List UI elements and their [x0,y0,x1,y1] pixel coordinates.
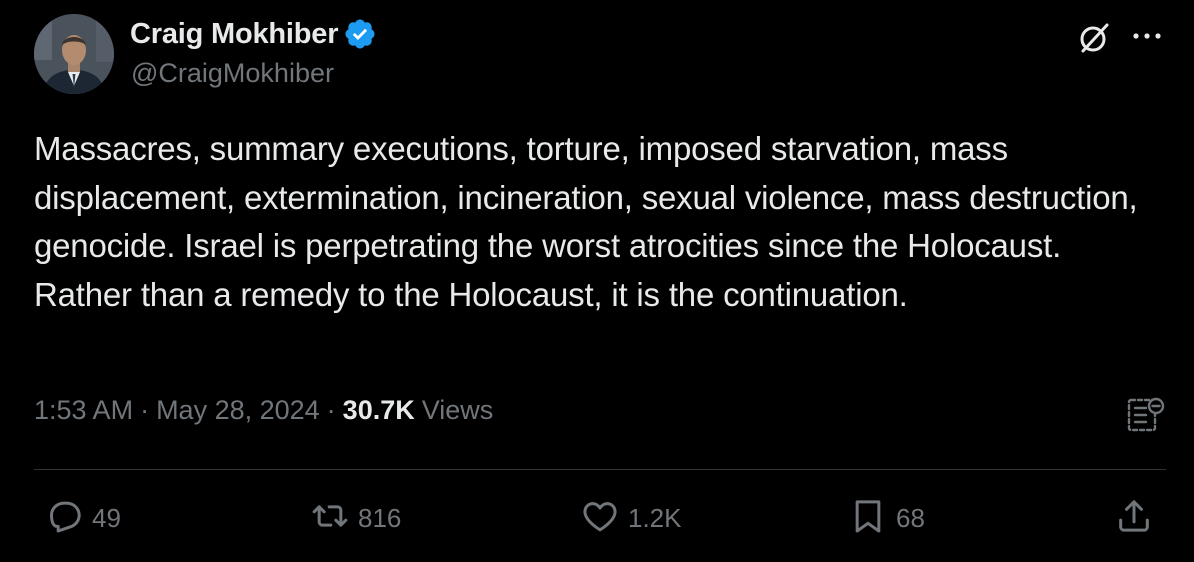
author-name[interactable]: Craig Mokhiber [130,18,338,51]
like-button[interactable]: 1.2K [580,498,682,538]
author-handle[interactable]: @CraigMokhiber [131,58,334,89]
avatar[interactable] [34,14,114,94]
reply-icon [44,496,84,541]
grok-icon[interactable] [1076,20,1112,56]
repost-icon [310,496,350,541]
meta-separator: · [326,395,336,425]
verified-badge-icon[interactable] [343,17,377,51]
tweet-text: Massacres, summary executions, torture, … [34,130,1138,313]
like-count: 1.2K [628,502,682,533]
bookmark-button[interactable]: 68 [848,498,925,538]
reply-count: 49 [92,502,121,533]
share-button[interactable] [1114,498,1154,538]
author-name-row[interactable]: Craig Mokhiber [130,17,377,51]
repost-button[interactable]: 816 [310,498,401,538]
tweet-card: Craig Mokhiber @CraigMokhiber Massacres,… [0,0,1194,562]
share-icon [1114,496,1154,541]
analytics-icon[interactable] [1126,395,1166,435]
reply-button[interactable]: 49 [44,498,121,538]
meta-separator: · [140,395,150,425]
tweet-time[interactable]: 1:53 AM [34,395,133,426]
views-label: Views [421,395,494,425]
tweet-meta: 1:53 AM · May 28, 2024 · 30.7K Views [34,395,493,426]
like-icon [580,496,620,541]
repost-count: 816 [358,502,402,533]
bookmark-icon [848,496,888,541]
views-count: 30.7K [342,395,415,425]
bookmark-count: 68 [896,502,925,533]
divider [34,469,1166,470]
tweet-date[interactable]: May 28, 2024 [156,395,320,426]
more-icon[interactable] [1130,24,1164,48]
